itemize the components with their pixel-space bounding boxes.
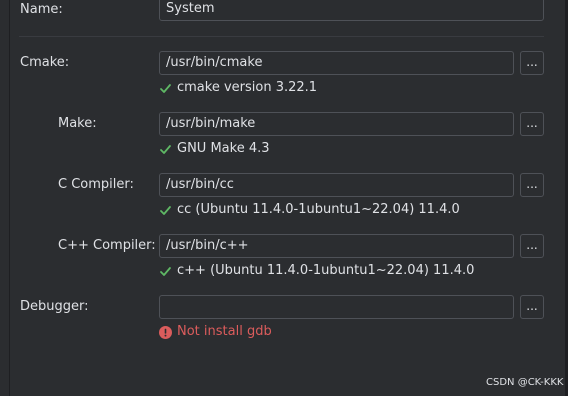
debugger-browse-button[interactable]: ... (520, 295, 544, 319)
debugger-label: Debugger: (20, 299, 89, 314)
name-label: Name: (20, 2, 63, 17)
cmake-browse-button[interactable]: ... (520, 51, 544, 75)
check-icon (160, 83, 171, 93)
cmake-status: cmake version 3.22.1 (159, 80, 317, 96)
check-icon (160, 205, 171, 215)
cpp-compiler-browse-button[interactable]: ... (520, 234, 544, 258)
toolchain-settings-panel: Name: System Cmake: /usr/bin/cmake ... c… (0, 0, 568, 396)
c-compiler-label: C Compiler: (58, 177, 134, 192)
left-panel-edge (0, 0, 10, 396)
c-compiler-status-text: cc (Ubuntu 11.4.0-1ubuntu1~22.04) 11.4.0 (177, 202, 460, 217)
error-icon (159, 325, 172, 339)
cmake-path-field[interactable]: /usr/bin/cmake (159, 51, 514, 75)
c-compiler-status: cc (Ubuntu 11.4.0-1ubuntu1~22.04) 11.4.0 (159, 202, 460, 218)
cmake-status-text: cmake version 3.22.1 (177, 80, 318, 95)
debugger-status: Not install gdb (159, 324, 272, 340)
make-status: GNU Make 4.3 (159, 141, 270, 157)
check-icon (160, 144, 171, 154)
c-compiler-path-field[interactable]: /usr/bin/cc (159, 173, 514, 197)
cpp-compiler-status-text: c++ (Ubuntu 11.4.0-1ubuntu1~22.04) 11.4.… (177, 263, 475, 278)
debugger-status-text: Not install gdb (177, 324, 272, 339)
cpp-compiler-label: C++ Compiler: (58, 238, 156, 253)
make-path-field[interactable]: /usr/bin/make (159, 112, 514, 136)
make-browse-button[interactable]: ... (520, 112, 544, 136)
section-divider (19, 36, 544, 37)
c-compiler-browse-button[interactable]: ... (520, 173, 544, 197)
cpp-compiler-path-field[interactable]: /usr/bin/c++ (159, 234, 514, 258)
name-field[interactable]: System (159, 0, 544, 21)
cmake-label: Cmake: (20, 55, 70, 70)
cpp-compiler-status: c++ (Ubuntu 11.4.0-1ubuntu1~22.04) 11.4.… (159, 263, 474, 279)
make-label: Make: (58, 116, 97, 131)
make-status-text: GNU Make 4.3 (177, 141, 270, 156)
watermark: CSDN @CK-KKK (486, 377, 564, 388)
check-icon (160, 266, 171, 276)
debugger-path-field[interactable] (159, 295, 514, 319)
